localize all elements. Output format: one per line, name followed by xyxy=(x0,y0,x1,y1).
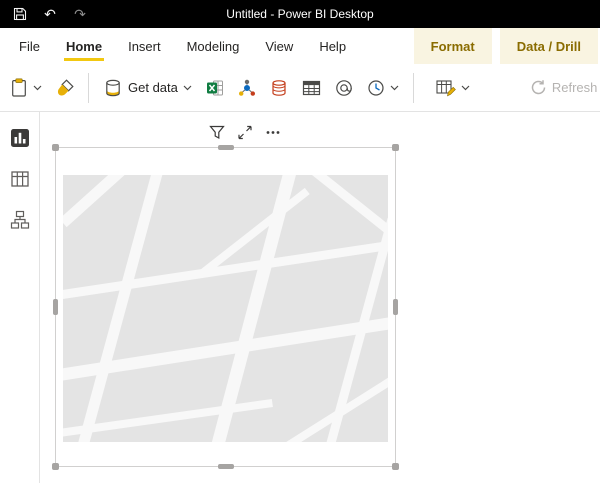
menu-modeling[interactable]: Modeling xyxy=(174,28,253,64)
redo-icon: ↷ xyxy=(74,6,86,22)
menu-view-label: View xyxy=(265,38,294,54)
clipboard-icon xyxy=(12,78,26,97)
tab-format-label: Format xyxy=(430,38,475,54)
chevron-down-icon xyxy=(390,85,399,90)
enter-data-table-icon xyxy=(302,80,320,95)
quick-access-toolbar: ↶ ↷ xyxy=(0,3,91,25)
chevron-down-icon xyxy=(33,85,42,90)
menu-insert-label: Insert xyxy=(128,38,161,54)
resize-handle-bottom[interactable] xyxy=(217,464,234,469)
tab-data-drill-label: Data / Drill xyxy=(516,38,581,54)
ribbon-separator xyxy=(88,72,89,103)
chevron-down-icon xyxy=(461,85,470,90)
enter-data-button[interactable] xyxy=(302,79,321,97)
tab-data-drill[interactable]: Data / Drill xyxy=(499,28,598,64)
filter-icon xyxy=(209,125,225,139)
more-options-button[interactable] xyxy=(264,124,282,140)
chevron-down-icon xyxy=(183,85,192,90)
resize-handle-top-right[interactable] xyxy=(392,144,399,151)
focus-mode-icon xyxy=(238,125,252,139)
resize-handle-top[interactable] xyxy=(217,145,234,150)
menu-file[interactable]: File xyxy=(6,28,53,64)
excel-workbook-button[interactable] xyxy=(206,79,224,97)
undo-icon: ↶ xyxy=(44,6,56,22)
menu-help[interactable]: Help xyxy=(306,28,359,64)
sql-server-button[interactable] xyxy=(270,79,288,97)
model-view-button[interactable] xyxy=(7,207,33,233)
map-image xyxy=(63,175,388,442)
resize-handle-left[interactable] xyxy=(53,299,58,315)
visual-header-toolbar xyxy=(208,124,282,140)
ribbon-separator xyxy=(412,72,414,103)
refresh-label: Refresh xyxy=(551,80,598,95)
transform-data-button[interactable] xyxy=(436,79,470,97)
paste-button[interactable] xyxy=(10,78,42,97)
titlebar: ↶ ↷ Untitled - Power BI Desktop xyxy=(0,0,600,28)
refresh-icon xyxy=(531,80,546,95)
format-painter-icon xyxy=(57,78,74,96)
report-view-button[interactable] xyxy=(7,125,33,151)
redo-button[interactable]: ↷ xyxy=(69,3,91,25)
menu-home-label: Home xyxy=(65,38,103,54)
table-view-icon xyxy=(10,171,29,187)
model-view-icon xyxy=(10,210,29,229)
dataverse-button[interactable] xyxy=(335,79,353,97)
report-canvas[interactable] xyxy=(40,112,600,483)
menu-file-label: File xyxy=(19,38,40,54)
view-switcher xyxy=(0,112,40,483)
menubar: File Home Insert Modeling View Help Form… xyxy=(0,28,600,64)
contextual-tabs: Format Data / Drill xyxy=(413,28,600,64)
data-hub-icon xyxy=(238,79,255,96)
menu-view[interactable]: View xyxy=(252,28,306,64)
undo-button[interactable]: ↶ xyxy=(39,3,61,25)
data-hub-button[interactable] xyxy=(238,79,256,97)
database-icon xyxy=(106,79,120,96)
filter-button[interactable] xyxy=(208,124,226,140)
format-painter-button[interactable] xyxy=(56,78,74,97)
tab-format[interactable]: Format xyxy=(413,28,492,64)
get-data-button[interactable]: Get data xyxy=(103,78,192,98)
menu-help-label: Help xyxy=(319,38,347,54)
recent-sources-button[interactable] xyxy=(367,79,399,97)
ribbon: Get data Refresh xyxy=(0,64,600,112)
report-view-icon xyxy=(10,129,29,147)
more-options-icon xyxy=(266,130,280,134)
menu-insert[interactable]: Insert xyxy=(115,28,174,64)
save-icon xyxy=(13,7,27,21)
menu-home[interactable]: Home xyxy=(53,28,115,64)
sql-server-icon xyxy=(272,79,286,96)
excel-workbook-icon xyxy=(206,80,223,95)
table-view-button[interactable] xyxy=(7,166,33,192)
map-visual[interactable] xyxy=(52,144,399,470)
refresh-button[interactable]: Refresh xyxy=(530,79,598,96)
resize-handle-bottom-left[interactable] xyxy=(52,463,59,470)
dataverse-icon xyxy=(336,79,352,96)
save-button[interactable] xyxy=(9,3,31,25)
transform-data-icon xyxy=(436,79,456,96)
recent-sources-clock-icon xyxy=(368,79,384,96)
resize-handle-right[interactable] xyxy=(393,299,398,315)
get-data-label: Get data xyxy=(128,80,178,95)
resize-handle-top-left[interactable] xyxy=(52,144,59,151)
focus-mode-button[interactable] xyxy=(236,124,254,140)
resize-handle-bottom-right[interactable] xyxy=(392,463,399,470)
menu-modeling-label: Modeling xyxy=(186,38,240,54)
workspace xyxy=(0,112,600,483)
